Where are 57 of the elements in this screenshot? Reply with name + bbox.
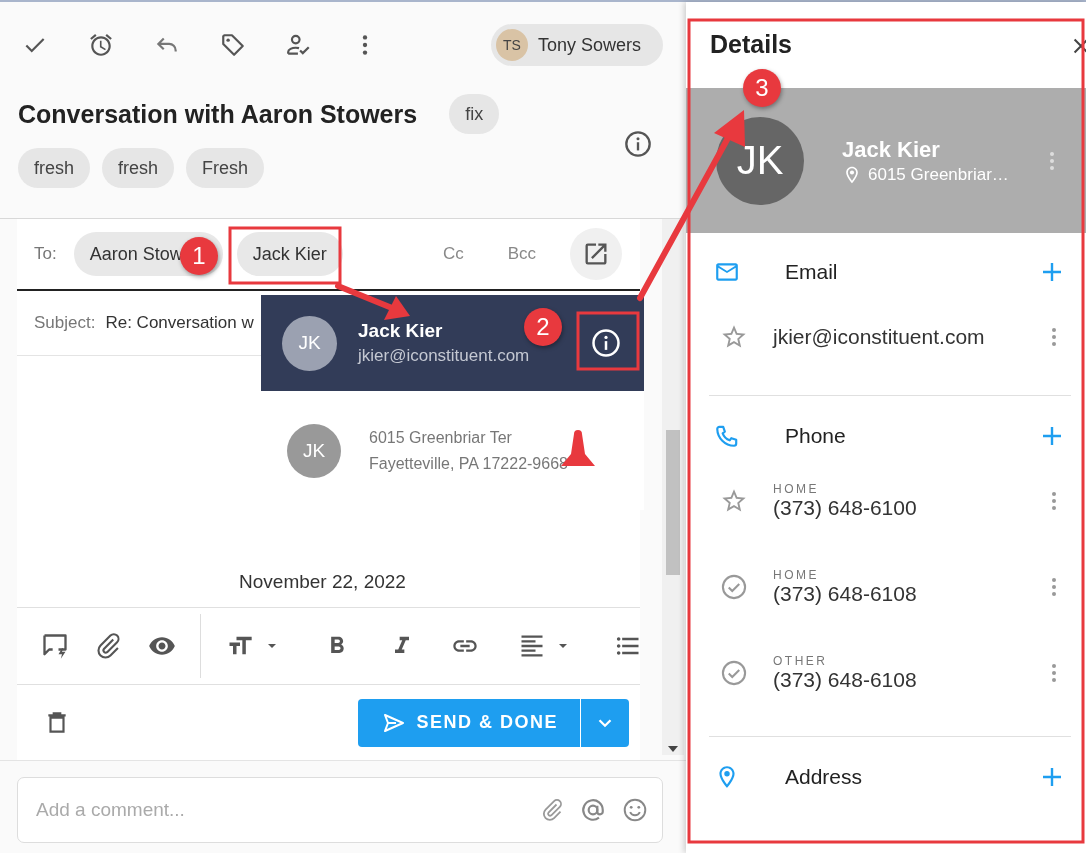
panel-title: Details — [710, 30, 792, 59]
info-icon — [591, 328, 621, 358]
tag-chip[interactable]: fresh — [102, 148, 175, 188]
user-avatar: TS — [495, 29, 528, 61]
contact-avatar: JK — [282, 315, 337, 371]
contact-address: 6015 Greenbriar Ter Fayetteville, PA 17222-9668 — [369, 427, 568, 474]
phone-icon — [714, 423, 740, 449]
contact-email: jkier@iconstituent.com — [358, 346, 530, 366]
scrollbar-thumb[interactable] — [666, 430, 680, 575]
tag-chip[interactable]: fix — [449, 94, 500, 134]
contact-avatar: JK — [716, 116, 804, 205]
section-title: Email — [785, 260, 839, 284]
contact-info-button[interactable] — [591, 328, 621, 358]
tag-chip[interactable]: fresh — [18, 148, 91, 188]
email-address: jkier@iconstituent.com — [773, 325, 986, 349]
send-options-button[interactable] — [580, 698, 629, 747]
conversation-title: Conversation with Aaron Stowers — [18, 99, 418, 129]
add-icon[interactable] — [1040, 260, 1064, 284]
assign-person-icon[interactable] — [286, 32, 312, 58]
quick-reply-icon[interactable] — [41, 632, 69, 660]
entry-type: OTHER — [773, 654, 829, 668]
section-title: Address — [785, 765, 864, 789]
recipient-chip[interactable]: Jack Kier — [236, 232, 343, 276]
scrollbar[interactable] — [662, 219, 684, 755]
add-icon[interactable] — [1040, 424, 1064, 448]
contact-address: 6015 Greenbriar… — [868, 164, 1009, 185]
tag-icon[interactable] — [220, 32, 246, 58]
check-circle-icon[interactable] — [720, 659, 748, 687]
scroll-down-icon[interactable] — [667, 745, 679, 753]
bcc-link[interactable]: Bcc — [507, 244, 536, 264]
user-chip[interactable]: TS Tony Sowers — [490, 24, 663, 66]
alarm-clock-icon[interactable] — [88, 32, 114, 58]
mention-icon[interactable] — [580, 797, 606, 823]
entry-type: HOME — [773, 482, 820, 496]
contact-avatar: JK — [287, 423, 341, 478]
contact-name: Jack Kier — [358, 320, 444, 342]
add-icon[interactable] — [1040, 765, 1064, 789]
pop-out-button[interactable] — [570, 228, 622, 280]
subject-field[interactable]: Re: Conversation w — [105, 313, 254, 333]
tag-chip[interactable]: Fresh — [186, 148, 265, 188]
contact-name: Jack Kier — [842, 136, 941, 163]
to-label: To: — [34, 244, 57, 264]
emoji-icon[interactable] — [622, 797, 648, 823]
phone-number: (373) 648-6100 — [773, 496, 918, 520]
message-date: November 22, 2022 — [239, 571, 406, 593]
info-icon[interactable] — [624, 130, 652, 158]
phone-number: (373) 648-6108 — [773, 582, 918, 606]
annotation-box — [576, 311, 640, 371]
comment-input[interactable]: Add a comment... — [34, 798, 524, 822]
phone-number: (373) 648-6108 — [773, 668, 918, 692]
attach-icon[interactable] — [94, 632, 122, 660]
entry-type: HOME — [773, 568, 820, 582]
check-circle-icon[interactable] — [720, 573, 748, 601]
cc-link[interactable]: Cc — [442, 244, 464, 264]
comment-field[interactable]: Add a comment... — [17, 777, 663, 843]
section-title: Phone — [785, 424, 847, 448]
subject-label: Subject: — [34, 313, 96, 333]
